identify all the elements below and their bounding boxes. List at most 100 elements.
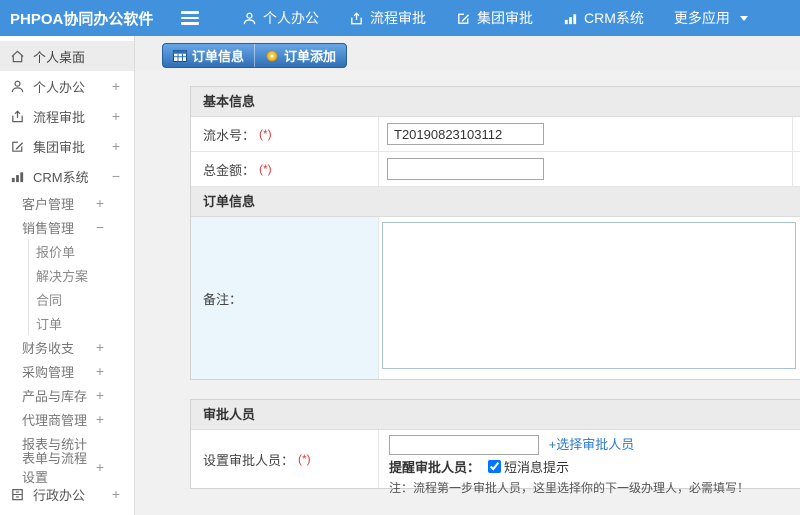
expand-icon: +: [95, 363, 104, 379]
clipped-side-label: 名: [792, 117, 800, 151]
nav-label: 流程审批: [370, 10, 426, 26]
sidebar-item-personal-desktop[interactable]: 个人桌面: [0, 41, 134, 71]
serial-number-input[interactable]: [387, 123, 544, 145]
sidebar-item-label: 财务收支: [22, 340, 75, 356]
topnav-group-approval[interactable]: 集团审批: [441, 0, 548, 36]
topnav-more-apps[interactable]: 更多应用: [659, 0, 763, 36]
tab-group: 订单信息 订单添加: [162, 43, 348, 68]
sidebar-item-label: 订单: [36, 316, 63, 332]
sidebar-item-contract[interactable]: 合同: [28, 287, 134, 311]
clipped-side-label: 签: [792, 152, 800, 186]
sidebar-item-form-workflow-settings[interactable]: 表单与流程设置 +: [0, 451, 134, 485]
topnav-crm-system[interactable]: CRM系统: [548, 0, 659, 36]
tab-order-info[interactable]: 订单信息: [163, 44, 254, 67]
sidebar-item-label: 销售管理: [22, 220, 75, 236]
sidebar-item-label: 客户管理: [22, 196, 75, 212]
sidebar-item-label: 解决方案: [36, 268, 89, 284]
sidebar-item-quotation[interactable]: 报价单: [28, 239, 134, 263]
remind-approver-label: 提醒审批人员：: [389, 460, 481, 475]
required-marker: (*): [259, 162, 272, 176]
section-header-basic-info: 基本信息: [191, 87, 800, 117]
expand-icon: +: [95, 387, 104, 403]
approver-value-cell: +选择审批人员 提醒审批人员： 短消息提示 注：流程第一步审批人员，这里选择你的…: [378, 430, 800, 495]
expand-icon: +: [95, 411, 104, 427]
sidebar-item-label: 行政办公: [33, 487, 86, 503]
field-value-cell: [378, 117, 792, 151]
sidebar-item-customer-mgmt[interactable]: 客户管理 +: [0, 191, 134, 215]
user-icon: [10, 79, 25, 94]
section-header-order-info: 订单信息: [191, 187, 800, 217]
form-row-approver: 设置审批人员： (*) +选择审批人员 提醒审批人员： 短消息提示 注：流程第一…: [191, 430, 800, 495]
top-navigation: 个人办公 流程审批 集团审批 CRM系统 更多应用: [227, 0, 763, 36]
sidebar-item-finance[interactable]: 财务收支 +: [0, 335, 134, 359]
sidebar-item-workflow-approval[interactable]: 流程审批 +: [0, 101, 134, 131]
field-label: 总金额： (*): [191, 152, 378, 186]
sidebar-item-order[interactable]: 订单: [28, 311, 134, 335]
expand-icon: +: [95, 459, 104, 475]
home-icon: [10, 49, 25, 64]
sidebar: 个人桌面 个人办公 + 流程审批 + 集团审批 + CRM系统 − 客户管理 +…: [0, 36, 135, 515]
sidebar-item-crm-system[interactable]: CRM系统 −: [0, 161, 134, 191]
required-marker: (*): [298, 452, 311, 466]
form-row-total-amount: 总金额： (*) 签: [191, 152, 800, 187]
sidebar-item-sales-mgmt[interactable]: 销售管理 −: [0, 215, 134, 239]
workflow-icon: [349, 11, 364, 26]
sidebar-item-purchase-mgmt[interactable]: 采购管理 +: [0, 359, 134, 383]
sms-notify-checkbox[interactable]: [488, 460, 502, 473]
edit-icon: [456, 11, 471, 26]
total-amount-input[interactable]: [387, 158, 544, 180]
sidebar-item-label: 产品与库存: [22, 388, 88, 404]
sidebar-item-label: 代理商管理: [22, 412, 88, 428]
approver-panel: 审批人员 设置审批人员： (*) +选择审批人员 提醒审批人员： 短消息提示 注…: [190, 399, 800, 495]
collapse-icon: −: [95, 219, 104, 235]
nav-label: 更多应用: [673, 10, 730, 26]
add-badge-icon: [265, 50, 279, 62]
collapse-icon: −: [111, 168, 120, 184]
remark-textarea[interactable]: [382, 222, 796, 369]
field-value-cell: [378, 152, 792, 186]
total-amount-label: 总金额：: [203, 162, 256, 178]
sidebar-item-group-approval[interactable]: 集团审批 +: [0, 131, 134, 161]
order-form-panel: 基本信息 流水号： (*) 名 总金额：: [190, 86, 800, 380]
sidebar-item-label: 集团审批: [33, 139, 86, 155]
sidebar-item-label: 合同: [36, 292, 63, 308]
topnav-workflow-approval[interactable]: 流程审批: [334, 0, 441, 36]
main-content: 订单信息 订单添加 基本信息 流水号： (*) T20190823103112 …: [135, 36, 800, 515]
nav-label: 个人办公: [263, 10, 319, 26]
sidebar-item-agent-mgmt[interactable]: 代理商管理 +: [0, 407, 134, 431]
expand-icon: +: [95, 195, 104, 211]
expand-icon: +: [111, 78, 120, 94]
nav-label: 集团审批: [477, 10, 533, 26]
sidebar-item-label: 表单与流程设置: [22, 451, 88, 485]
top-bar: PHPOA协同办公软件 个人办公 流程审批 集团审批 CRM系统 更多应用: [0, 0, 800, 36]
set-approver-label: 设置审批人员：: [203, 452, 295, 468]
topnav-personal-office[interactable]: 个人办公: [227, 0, 334, 36]
expand-icon: +: [95, 339, 104, 355]
tab-label: 订单信息: [192, 49, 245, 64]
table-icon: [173, 49, 187, 62]
sidebar-item-product-inventory[interactable]: 产品与库存 +: [0, 383, 134, 407]
chart-icon: [10, 169, 25, 184]
section-header-approver: 审批人员: [191, 400, 800, 430]
sidebar-item-label: 流程审批: [33, 109, 86, 125]
remark-label-cell: 备注：: [191, 217, 378, 379]
form-row-serial-number: 流水号： (*) 名: [191, 117, 800, 152]
approver-input[interactable]: [389, 435, 539, 455]
select-approver-link[interactable]: +选择审批人员: [549, 437, 635, 452]
sidebar-item-label: 个人桌面: [33, 49, 86, 65]
sidebar-item-personal-office[interactable]: 个人办公 +: [0, 71, 134, 101]
sidebar-item-label: CRM系统: [33, 169, 89, 185]
expand-icon: +: [111, 486, 120, 502]
form-row-remark: 备注：: [191, 217, 800, 379]
menu-icon[interactable]: [181, 11, 199, 25]
user-icon: [242, 11, 257, 26]
sidebar-item-solution[interactable]: 解决方案: [28, 263, 134, 287]
sidebar-item-label: 采购管理: [22, 364, 75, 380]
app-title: PHPOA协同办公软件: [10, 10, 154, 28]
sms-notify-label: 短消息提示: [504, 460, 570, 475]
workflow-icon: [10, 109, 25, 124]
tab-label: 订单添加: [284, 49, 337, 64]
required-marker: (*): [259, 127, 272, 141]
approver-input-line: +选择审批人员: [389, 434, 800, 455]
tab-order-add[interactable]: 订单添加: [254, 44, 346, 67]
